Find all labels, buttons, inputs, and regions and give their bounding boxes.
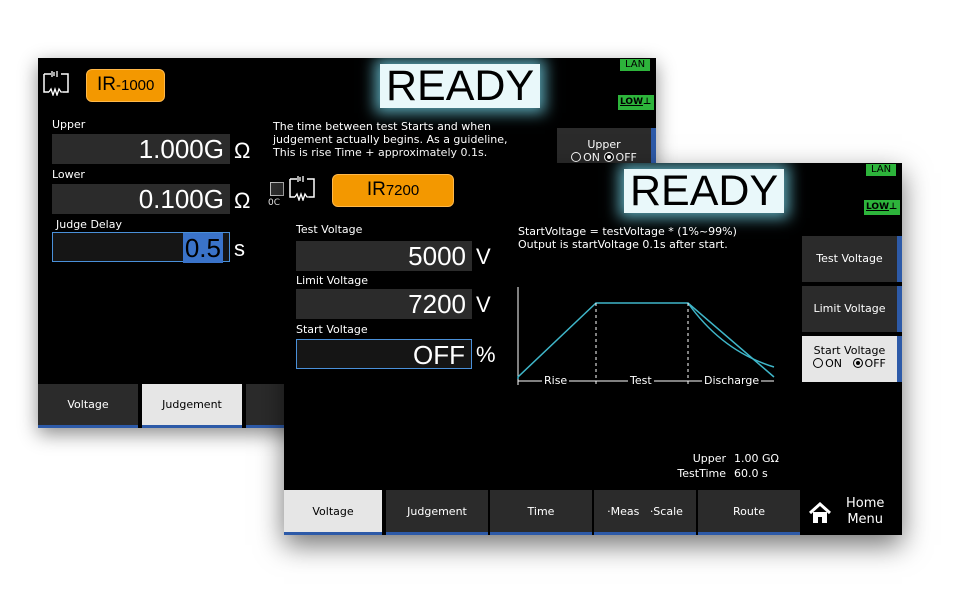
status-ready: READY xyxy=(624,169,785,213)
field-label-judge-delay: Judge Delay xyxy=(56,218,122,231)
start-voltage-field[interactable]: OFF xyxy=(296,339,472,370)
model-badge: IR7200 xyxy=(332,174,454,207)
judge-delay-unit: s xyxy=(234,236,245,261)
test-voltage-field[interactable]: 5000 xyxy=(296,241,472,271)
field-label-start-voltage: Start Voltage xyxy=(296,323,368,336)
front-screen: IR7200 READY LAN LOW⊥ Test Voltage 5000 … xyxy=(284,163,902,535)
back-tab-judgement[interactable]: Judgement xyxy=(142,384,242,428)
start-voltage-unit: % xyxy=(476,342,496,367)
info-upper-label: Upper xyxy=(692,452,726,465)
info-time-label: TestTime xyxy=(677,467,726,480)
back-tab-voltage[interactable]: Voltage xyxy=(38,384,138,428)
resistor-icon xyxy=(289,176,315,201)
tab-meas-scale[interactable]: ·Meas ·Scale xyxy=(594,490,696,535)
checkbox[interactable] xyxy=(270,182,284,196)
limit-voltage-field[interactable]: 7200 xyxy=(296,289,472,319)
field-label-limit-voltage: Limit Voltage xyxy=(296,274,369,287)
discharge-curve xyxy=(687,302,775,368)
home-menu-button[interactable]: Home Menu xyxy=(802,490,902,535)
side-button-limit-voltage[interactable]: Limit Voltage xyxy=(802,286,902,332)
tab-voltage[interactable]: Voltage xyxy=(284,490,382,535)
field-label-lower: Lower xyxy=(52,168,85,181)
tab-route[interactable]: Route xyxy=(698,490,800,535)
partial-text: 0C xyxy=(268,198,281,208)
home-icon xyxy=(808,502,832,523)
graph-label-discharge: Discharge xyxy=(702,374,762,387)
info-upper-value: 1.00 GΩ xyxy=(734,452,779,465)
limit-voltage-unit: V xyxy=(476,292,491,317)
field-label-test-voltage: Test Voltage xyxy=(296,223,363,236)
judge-delay-field[interactable]: 0.5 xyxy=(52,232,230,263)
model-badge: IR-1000 xyxy=(86,69,166,102)
tab-time[interactable]: Time xyxy=(490,490,592,535)
graph-label-rise: Rise xyxy=(542,374,570,387)
info-time-value: 60.0 s xyxy=(734,467,768,480)
field-label-upper: Upper xyxy=(52,118,86,131)
lower-value-field[interactable]: 0.100G xyxy=(52,184,230,214)
graph-label-test: Test xyxy=(628,374,654,387)
low-badge: LOW⊥ xyxy=(618,95,654,110)
status-ready: READY xyxy=(380,64,541,108)
lan-badge: LAN xyxy=(620,59,651,71)
side-button-start-voltage[interactable]: Start Voltage ON OFF xyxy=(802,336,902,382)
voltage-curve xyxy=(517,302,775,379)
tab-judgement[interactable]: Judgement xyxy=(386,490,488,535)
lan-badge: LAN xyxy=(866,164,897,176)
upper-value-field[interactable]: 1.000G xyxy=(52,134,230,164)
home-menu-label: Home Menu xyxy=(846,496,885,527)
description: StartVoltage = testVoltage * (1%~99%) Ou… xyxy=(518,225,737,251)
upper-unit: Ω xyxy=(234,138,251,163)
resistor-icon xyxy=(43,71,69,96)
low-badge: LOW⊥ xyxy=(864,200,900,215)
lower-unit: Ω xyxy=(234,188,251,213)
description: The time between test Starts and when ju… xyxy=(273,120,508,159)
test-voltage-unit: V xyxy=(476,244,491,269)
side-button-test-voltage[interactable]: Test Voltage xyxy=(802,236,902,282)
